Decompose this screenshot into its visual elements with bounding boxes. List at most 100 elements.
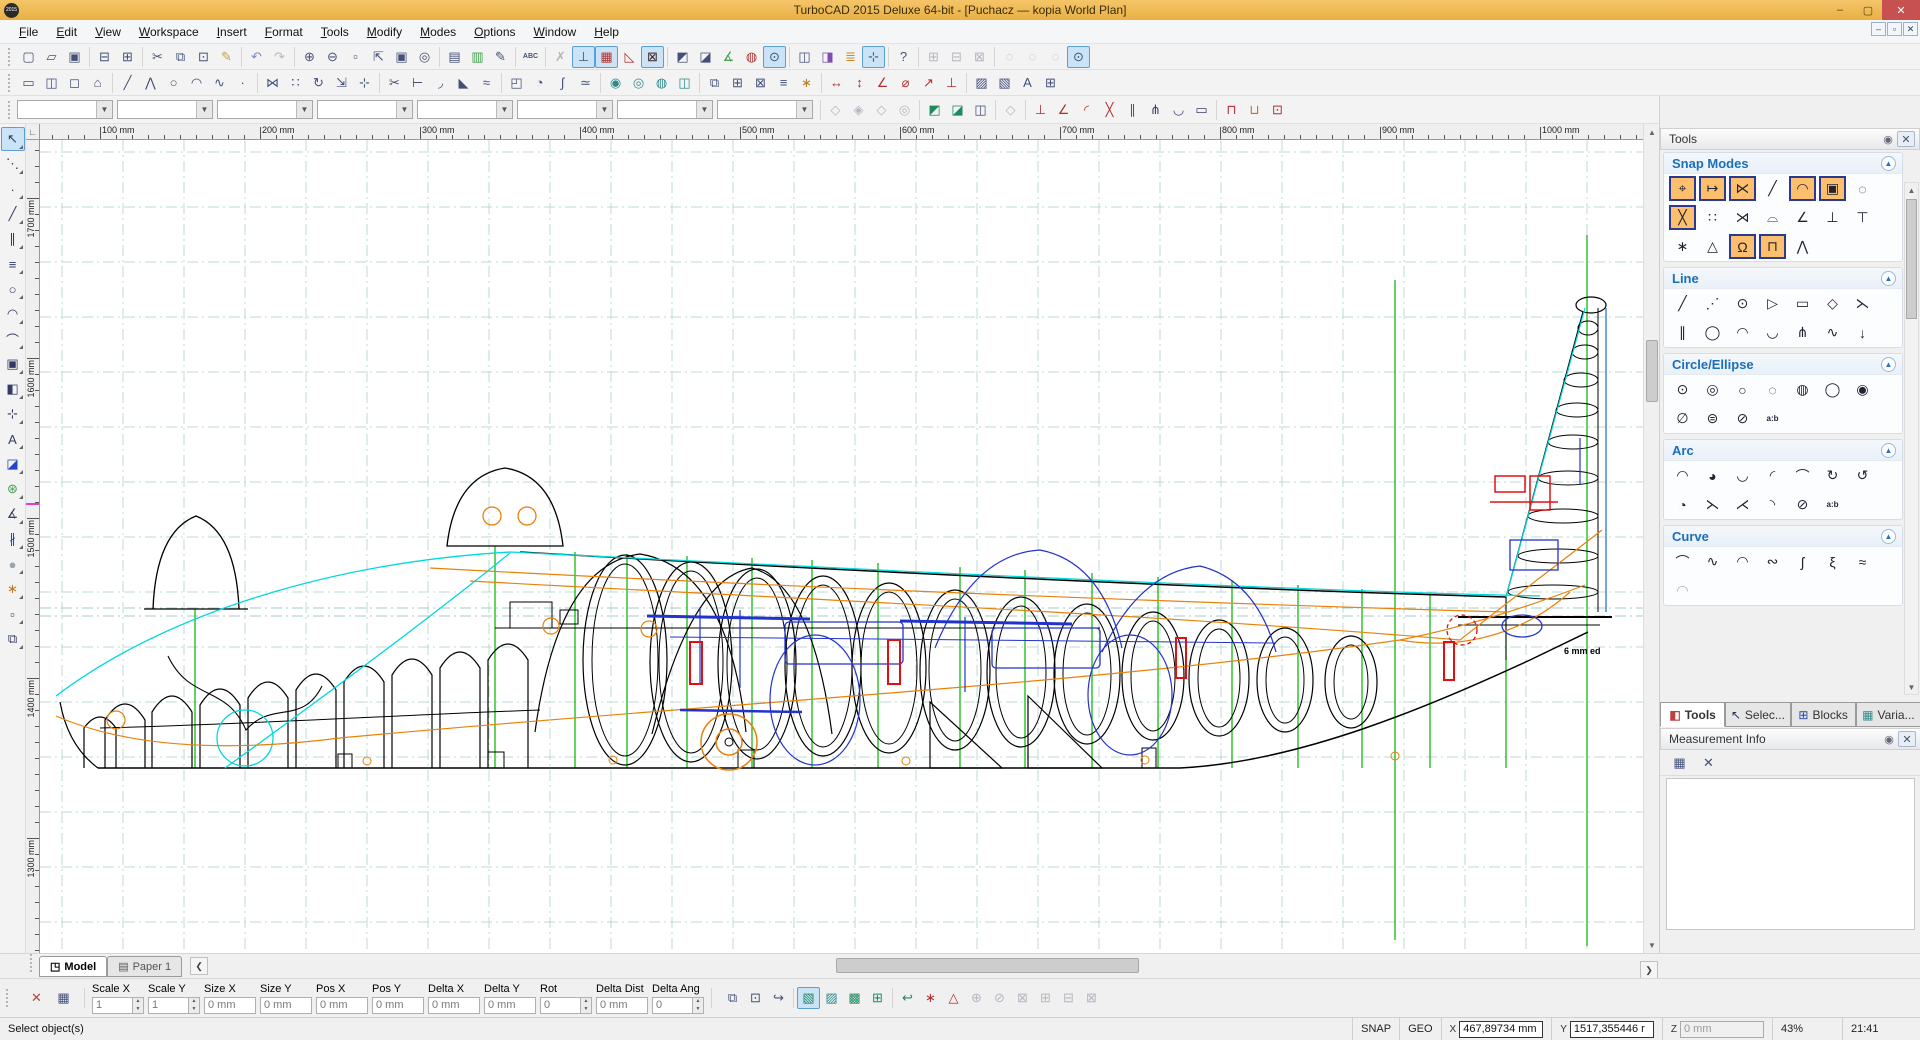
- spinner[interactable]: ▲▼: [580, 998, 591, 1013]
- win-paste-icon[interactable]: ⊟: [1057, 987, 1080, 1009]
- ellipse-ratio-icon[interactable]: a:b: [1759, 406, 1786, 431]
- fillet-icon[interactable]: ◞: [429, 72, 452, 94]
- geo-toggle-status[interactable]: GEO: [1399, 1018, 1440, 1040]
- tab-paper-1[interactable]: ▤ Paper 1: [107, 956, 182, 977]
- copy-icon[interactable]: ⧉: [169, 46, 192, 68]
- menu-help[interactable]: Help: [585, 22, 628, 42]
- scroll-down-icon[interactable]: ▼: [1644, 937, 1660, 953]
- circle-icon[interactable]: ○: [162, 72, 185, 94]
- snap-vertex-icon[interactable]: ⋉: [1729, 176, 1756, 201]
- palette-scroll-up-icon[interactable]: ▲: [1905, 183, 1918, 197]
- snap-ortho-icon[interactable]: ⊓: [1759, 234, 1786, 259]
- geo-perpendicular-icon[interactable]: ⊥: [1029, 99, 1052, 121]
- format-props-icon[interactable]: ◩: [671, 46, 694, 68]
- select-icon[interactable]: ↖: [1, 127, 25, 151]
- ellipse-icon[interactable]: ∅: [1669, 406, 1696, 431]
- multiline-icon[interactable]: ≡: [1, 252, 25, 276]
- chevron-down-icon[interactable]: ▼: [496, 101, 512, 118]
- snap-magnetic-icon[interactable]: Ω: [1729, 234, 1756, 259]
- chamfer-icon[interactable]: ◣: [452, 72, 475, 94]
- ghost-surface-icon[interactable]: ◈: [847, 99, 870, 121]
- hatch-line-icon[interactable]: ∦: [1, 527, 25, 551]
- chevron-down-icon[interactable]: ▼: [596, 101, 612, 118]
- field-input[interactable]: 0▲▼: [652, 997, 704, 1014]
- geo-box-icon[interactable]: ▭: [1190, 99, 1213, 121]
- arc-start-end-icon[interactable]: ◔: [1669, 492, 1696, 517]
- circle-center-radius-icon[interactable]: ⊙: [1669, 377, 1696, 402]
- spinner[interactable]: ▲▼: [188, 998, 199, 1013]
- field-input[interactable]: 0 mm: [484, 997, 536, 1014]
- menu-modify[interactable]: Modify: [358, 22, 411, 42]
- array-3d-icon[interactable]: ⊞: [726, 72, 749, 94]
- select-f-icon[interactable]: ⊞: [866, 987, 889, 1009]
- chevron-down-icon[interactable]: ▼: [796, 101, 812, 118]
- snap-circle-center-icon[interactable]: ◌: [1849, 176, 1876, 201]
- menu-tools[interactable]: Tools: [312, 22, 358, 42]
- menu-file[interactable]: File: [10, 22, 47, 42]
- explode-icon[interactable]: ∗: [1, 577, 25, 601]
- select-by-body-icon[interactable]: ◫: [969, 99, 992, 121]
- block-insert-icon[interactable]: ⊠: [968, 46, 991, 68]
- field-input[interactable]: 0 mm: [372, 997, 424, 1014]
- ruler-corner[interactable]: ∟: [26, 124, 40, 140]
- arc-icon[interactable]: ◠: [185, 72, 208, 94]
- dim-horizontal-icon[interactable]: ↔: [825, 72, 848, 94]
- move-icon[interactable]: ⊹: [353, 72, 376, 94]
- menu-workspace[interactable]: Workspace: [130, 22, 208, 42]
- arc-icon[interactable]: ◠: [1, 302, 25, 326]
- render-shaded-icon[interactable]: ◨: [816, 46, 839, 68]
- table-icon[interactable]: ⊞: [1039, 72, 1062, 94]
- snap-divide-icon[interactable]: ∗: [1669, 234, 1696, 259]
- circle-tan-to-2-icon[interactable]: ◯: [1819, 377, 1846, 402]
- menu-view[interactable]: View: [86, 22, 130, 42]
- arc-elliptical-icon[interactable]: ◝: [1759, 492, 1786, 517]
- inspector-list-icon[interactable]: ▦: [52, 987, 75, 1009]
- zoom-in-icon[interactable]: ⊕: [298, 46, 321, 68]
- view-camera-icon[interactable]: ⊙: [1067, 46, 1090, 68]
- drawing-viewport[interactable]: 6 mm ed: [40, 140, 1643, 953]
- inspector-close-icon[interactable]: ✕: [25, 987, 48, 1009]
- rotate-icon[interactable]: ↻: [307, 72, 330, 94]
- curve-helix-icon[interactable]: ξ: [1819, 549, 1846, 574]
- loft-icon[interactable]: ≃: [574, 72, 597, 94]
- menu-format[interactable]: Format: [256, 22, 312, 42]
- arc-tan-2-icon[interactable]: ⋌: [1729, 492, 1756, 517]
- arc-center-radius-icon[interactable]: ◠: [1669, 463, 1696, 488]
- circle-icon[interactable]: ○: [1, 277, 25, 301]
- zoom-full-view-icon[interactable]: ▣: [390, 46, 413, 68]
- line-tangent-from-arc-icon[interactable]: ◠: [1729, 320, 1756, 345]
- undo-selection-icon[interactable]: ↩: [896, 987, 919, 1009]
- print-preview-icon[interactable]: ⊞: [116, 46, 139, 68]
- solid-icon[interactable]: ◧: [1, 377, 25, 401]
- snap-magnet-icon[interactable]: ⊛: [1, 477, 25, 501]
- menu-edit[interactable]: Edit: [47, 22, 86, 42]
- select-by-edge-icon[interactable]: ◪: [946, 99, 969, 121]
- snap-free-icon[interactable]: ⌖: [1669, 176, 1696, 201]
- array-icon[interactable]: ∷: [284, 72, 307, 94]
- duplicate-icon[interactable]: ⊡: [744, 987, 767, 1009]
- undo-icon[interactable]: ↶: [245, 46, 268, 68]
- property-combo-4[interactable]: ▼: [317, 100, 413, 119]
- menu-options[interactable]: Options: [465, 22, 524, 42]
- no-ghost-icon[interactable]: ⊘: [988, 987, 1011, 1009]
- new-icon[interactable]: ▢: [17, 46, 40, 68]
- view-iso-icon[interactable]: ◌: [998, 46, 1021, 68]
- property-combo-6[interactable]: ▼: [517, 100, 613, 119]
- chevron-down-icon[interactable]: ▼: [96, 101, 112, 118]
- win-lock-icon[interactable]: ⊠: [1011, 987, 1034, 1009]
- line-icon[interactable]: ╱: [116, 72, 139, 94]
- curve-bezier-icon[interactable]: ∿: [1699, 549, 1726, 574]
- arc-3-point-icon[interactable]: ◜: [1759, 463, 1786, 488]
- line-irregular-polygon-icon[interactable]: ⊙: [1729, 291, 1756, 316]
- scale-icon[interactable]: ⇲: [330, 72, 353, 94]
- spinner[interactable]: ▲▼: [692, 998, 703, 1013]
- snap-apex-icon[interactable]: ⋀: [1789, 234, 1816, 259]
- property-combo-5[interactable]: ▼: [417, 100, 513, 119]
- align-icon[interactable]: ≡: [772, 72, 795, 94]
- ghost-mesh-icon[interactable]: ◇: [870, 99, 893, 121]
- horizontal-ruler[interactable]: 100 mm200 mm300 mm400 mm500 mm600 mm700 …: [40, 124, 1643, 140]
- union-icon[interactable]: ◉: [604, 72, 627, 94]
- geo-section-icon[interactable]: ⊔: [1243, 99, 1266, 121]
- palette-tab-varia[interactable]: ▦Varia...: [1856, 702, 1920, 727]
- extrude-icon[interactable]: ◰: [505, 72, 528, 94]
